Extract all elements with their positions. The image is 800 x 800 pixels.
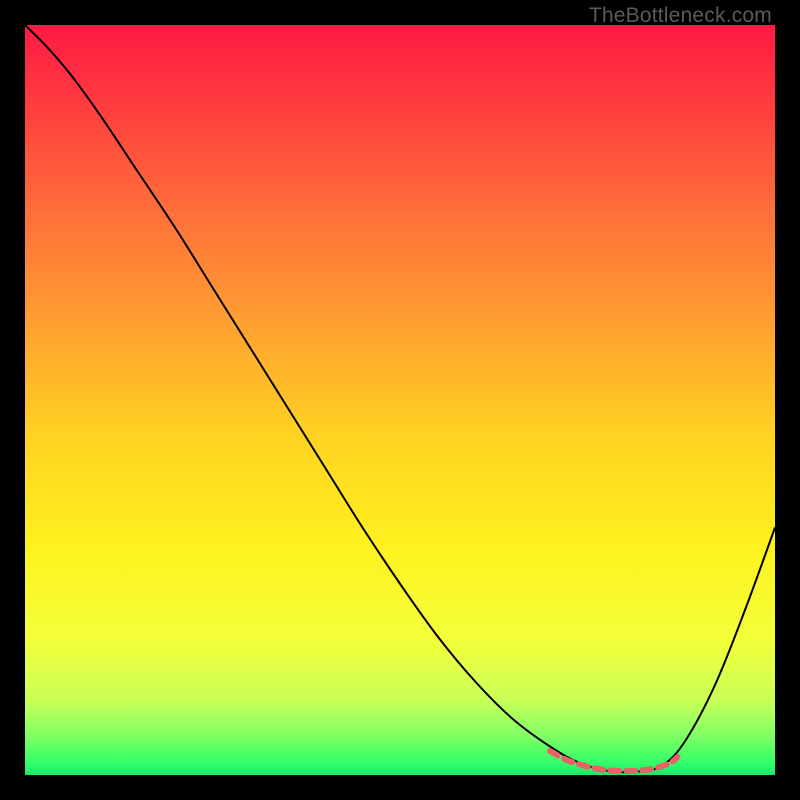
chart-svg (25, 25, 775, 775)
plot-area (25, 25, 775, 775)
watermark-text: TheBottleneck.com (589, 4, 772, 28)
gradient-background (25, 25, 775, 775)
chart-container: TheBottleneck.com (0, 0, 800, 800)
